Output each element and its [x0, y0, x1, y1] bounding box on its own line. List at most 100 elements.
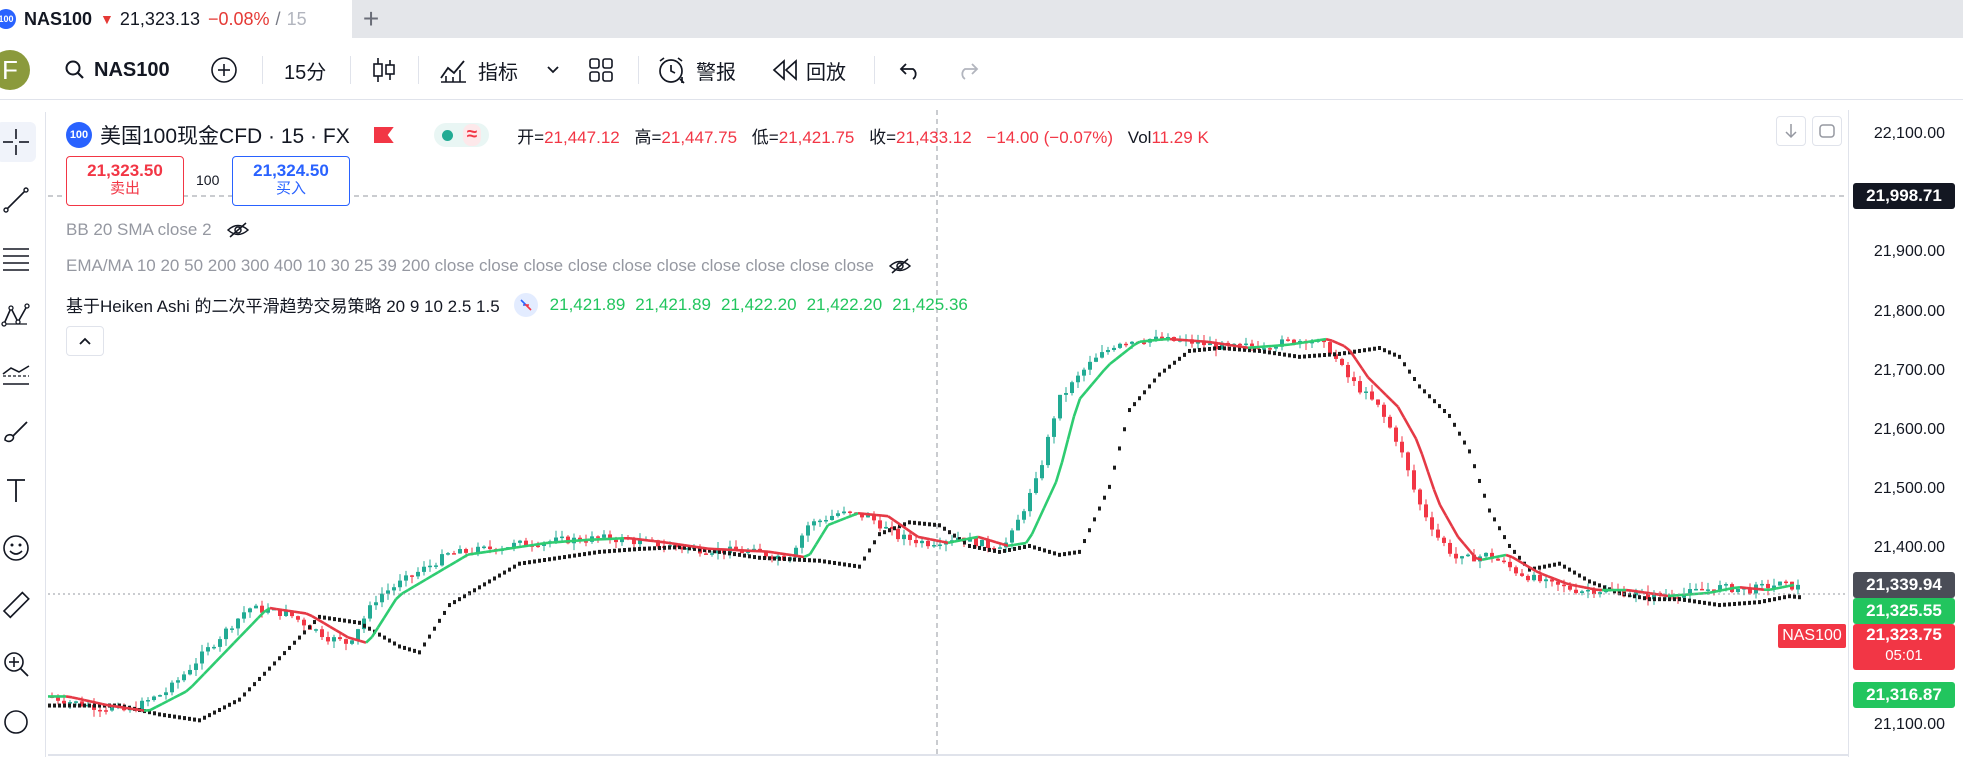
eye-hidden-icon[interactable]	[226, 221, 250, 239]
strategy-indicator-row[interactable]: 基于Heiken Ashi 的二次平滑趋势交易策略 20 9 10 2.5 1.…	[66, 292, 968, 317]
trail-dot	[88, 703, 91, 708]
trail-dot	[783, 557, 786, 562]
scroll-down-icon[interactable]	[1776, 116, 1806, 146]
chevron-down-icon[interactable]	[546, 40, 560, 100]
chart-pane[interactable]: 100 美国100现金CFD · 15 · FX ≈ 开=21,447.12 高…	[48, 110, 1848, 757]
zoom-in-icon[interactable]	[0, 644, 36, 684]
candle-body	[1406, 452, 1410, 471]
crosshair-icon[interactable]	[0, 122, 36, 162]
candle-body	[374, 602, 378, 606]
trail-dot	[1148, 384, 1151, 389]
forecast-tool-icon[interactable]	[0, 354, 36, 394]
smoothed-line-segment	[1715, 588, 1723, 593]
price-chart-canvas[interactable]	[48, 110, 1848, 757]
smoothed-line-segment	[179, 690, 187, 696]
trail-dot	[1028, 543, 1031, 548]
smoothed-line-segment	[1223, 342, 1231, 347]
trail-dot	[1143, 390, 1146, 395]
smoothed-line-segment	[1414, 438, 1424, 455]
smoothed-line-segment	[767, 550, 775, 554]
smoothed-line-segment	[407, 585, 415, 592]
smoothed-line-segment	[443, 564, 451, 570]
trail-dot	[953, 533, 956, 538]
smoothed-line-segment	[1631, 589, 1639, 593]
trail-dot	[1393, 352, 1396, 357]
chart-tab[interactable]: 100 NAS100 ▼ 21,323.13 −0.08% / 15	[0, 0, 352, 38]
smoothed-line-segment	[995, 540, 1003, 546]
interval-button[interactable]: 15分	[284, 40, 326, 100]
symbol-title[interactable]: 美国100现金CFD · 15 · FX	[100, 120, 350, 150]
trail-dot	[1748, 600, 1751, 605]
price-axis[interactable]: 22,100.00 21,900.00 21,800.00 21,700.00 …	[1848, 110, 1963, 757]
candlestick-chart-icon[interactable]	[372, 40, 396, 100]
smoothed-line-segment	[305, 612, 313, 618]
trail-dot	[788, 557, 791, 562]
brush-icon[interactable]	[0, 412, 36, 452]
price-tick: 21,600.00	[1873, 421, 1945, 438]
fib-retracement-icon[interactable]	[0, 238, 36, 278]
rewind-icon	[772, 59, 798, 81]
trail-dot	[268, 666, 271, 671]
candle-body	[800, 535, 804, 548]
trail-dot	[1343, 351, 1346, 356]
smoothed-line-segment	[1565, 582, 1573, 587]
trail-dot	[1703, 600, 1706, 605]
strategy-value-4: 21,422.20	[806, 294, 883, 314]
ruler-icon[interactable]	[0, 586, 36, 626]
trail-dot	[483, 582, 486, 587]
layouts-grid-icon[interactable]	[588, 40, 614, 100]
redo-icon[interactable]	[956, 40, 980, 100]
indicators-button[interactable]: 指标	[438, 40, 518, 100]
candle-body	[1736, 589, 1740, 593]
replay-button[interactable]: 回放	[772, 40, 846, 100]
ema-indicator-row[interactable]: EMA/MA 10 20 50 200 300 400 10 30 25 39 …	[66, 256, 912, 276]
compare-add-icon[interactable]	[210, 40, 238, 100]
symbol-search-button[interactable]: NAS100	[64, 40, 170, 100]
trail-dot	[858, 564, 861, 569]
collapse-legend-icon[interactable]	[66, 326, 104, 356]
flag-icon[interactable]	[373, 127, 394, 143]
smoothed-line-segment	[905, 527, 913, 534]
trail-dot	[1678, 597, 1681, 602]
market-status-pill[interactable]: ≈	[433, 123, 490, 147]
new-tab-plus-icon[interactable]: +	[356, 0, 386, 38]
trail-dot	[228, 702, 231, 707]
trail-dot	[978, 545, 981, 550]
trail-dot	[318, 614, 321, 619]
trail-dot	[808, 558, 811, 563]
search-icon	[64, 59, 86, 81]
trail-dot	[1278, 351, 1281, 356]
buy-button[interactable]: 21,324.50 买入	[232, 156, 350, 206]
trail-dot	[1233, 347, 1236, 352]
text-tool-icon[interactable]	[0, 470, 36, 510]
smoothed-line-segment	[875, 513, 883, 517]
pattern-tool-icon[interactable]	[0, 296, 36, 336]
trail-dot	[653, 546, 656, 551]
user-avatar[interactable]: F	[0, 50, 30, 90]
magnet-icon[interactable]	[0, 702, 36, 742]
trail-dot	[583, 552, 586, 557]
bb-indicator-row[interactable]: BB 20 SMA close 2	[66, 220, 250, 240]
fullscreen-icon[interactable]	[1812, 116, 1842, 146]
emoji-icon[interactable]	[0, 528, 36, 568]
candle-body	[1568, 585, 1572, 590]
trail-dot	[1288, 353, 1291, 358]
strategy-report-icon[interactable]	[513, 292, 538, 317]
candle-body	[302, 619, 306, 626]
symbol-legend[interactable]: 100 美国100现金CFD · 15 · FX ≈ 开=21,447.12 高…	[66, 120, 1209, 150]
trail-dot	[638, 546, 641, 551]
sell-button[interactable]: 21,323.50 卖出	[66, 156, 184, 206]
alert-button[interactable]: 警报	[656, 40, 736, 100]
trend-line-icon[interactable]	[0, 180, 36, 220]
undo-icon[interactable]	[898, 40, 922, 100]
close-price-label: 21,339.94	[1853, 572, 1955, 598]
smoothed-line-segment	[1444, 514, 1454, 527]
trail-dot	[968, 543, 971, 548]
eye-hidden-icon[interactable]	[888, 257, 912, 275]
candle-body	[824, 519, 828, 522]
smoothed-line-segment	[382, 607, 392, 619]
smoothed-line-segment	[647, 539, 655, 543]
trail-dot	[983, 546, 986, 551]
candle-body	[248, 608, 252, 613]
candle-body	[1262, 348, 1266, 350]
